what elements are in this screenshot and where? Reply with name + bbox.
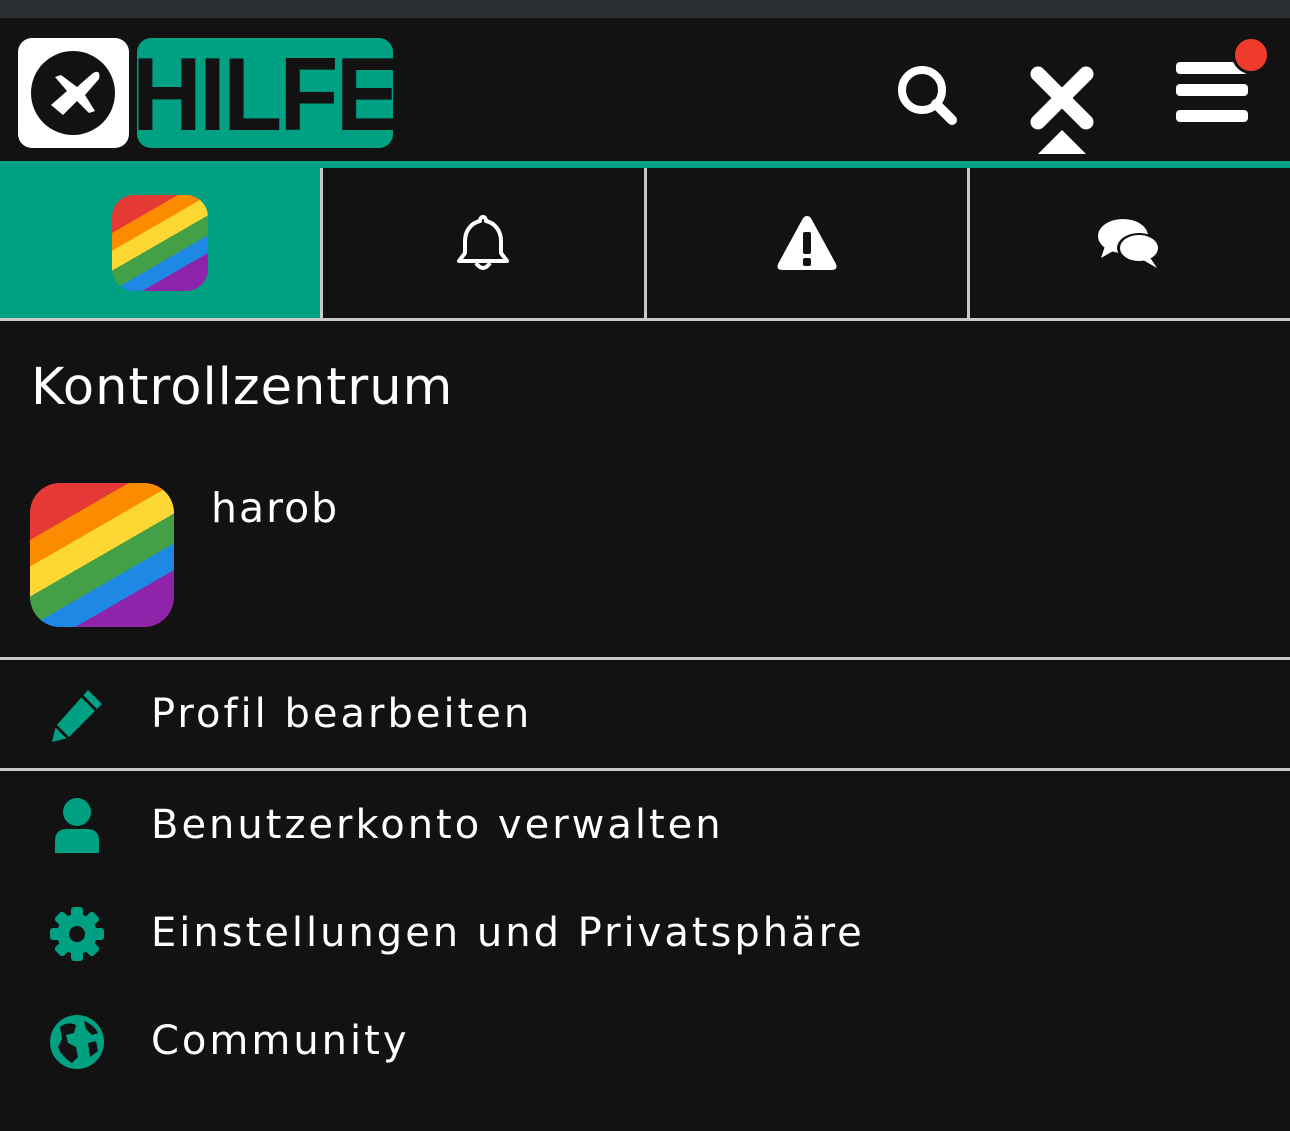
avatar — [112, 195, 209, 291]
tab-profile[interactable] — [0, 168, 324, 318]
menu-item-manage-account[interactable]: Benutzerkonto verwalten — [0, 775, 1290, 875]
menu-item-label: Community — [151, 1018, 410, 1064]
search-icon — [898, 66, 957, 125]
username[interactable]: harob — [211, 484, 339, 532]
menu-item-edit-profile[interactable]: Profil bearbeiten — [0, 664, 1290, 764]
menu-item-settings-privacy[interactable]: Einstellungen und Privatsphäre — [0, 883, 1290, 983]
menu-item-community[interactable]: Community — [0, 991, 1290, 1091]
tab-messages[interactable] — [969, 168, 1290, 318]
logo-text: HILFE — [132, 37, 400, 153]
gear-icon — [48, 905, 106, 963]
pencil-icon — [48, 686, 106, 744]
site-logo-icon[interactable] — [18, 38, 129, 148]
notification-dot — [1232, 36, 1270, 74]
menu-item-label: Einstellungen und Privatsphäre — [151, 910, 865, 956]
site-logo-text[interactable]: HILFE — [132, 38, 401, 148]
warning-icon — [777, 216, 837, 270]
chat-bubbles-icon — [1097, 219, 1161, 268]
close-button[interactable] — [1020, 60, 1104, 156]
divider — [0, 657, 1290, 660]
tab-reports[interactable] — [646, 168, 970, 318]
tab-bar — [0, 168, 1290, 318]
menu-item-label: Profil bearbeiten — [151, 691, 533, 737]
avatar[interactable] — [30, 483, 174, 627]
divider — [0, 768, 1290, 771]
close-icon — [1030, 66, 1094, 154]
menu-item-label: Benutzerkonto verwalten — [151, 802, 724, 848]
bell-icon — [457, 215, 510, 270]
header-accent-line — [0, 161, 1290, 168]
page-title: Kontrollzentrum — [31, 358, 454, 417]
user-icon — [48, 797, 106, 855]
plane-icon — [31, 51, 115, 135]
tab-notifications[interactable] — [323, 168, 647, 318]
tab-divider — [0, 318, 1290, 321]
search-button[interactable] — [890, 58, 962, 130]
globe-icon — [48, 1013, 106, 1071]
status-bar — [0, 0, 1290, 18]
